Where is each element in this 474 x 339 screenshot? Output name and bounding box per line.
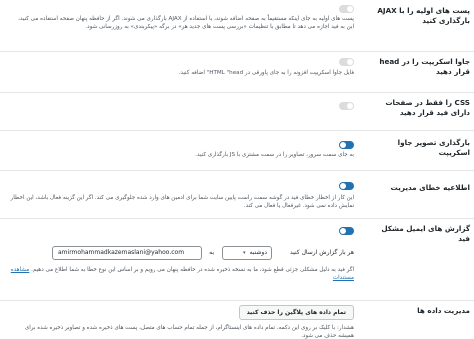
js-image-description: به جای سمت سرور، تصاویر را در سمت مشتری …	[195, 152, 354, 158]
email-input[interactable]: amirmohammadkazemaslani@yahoo.com	[52, 246, 202, 260]
setting-title-admin-error: اطلاعیه خطای مدیریت	[390, 183, 470, 192]
setting-content-admin-error: این کار از اخطار خطای فید در گوشه سمت را…	[9, 176, 354, 216]
admin-error-toggle[interactable]	[339, 182, 354, 190]
js-head-toggle[interactable]	[339, 58, 354, 66]
setting-content-data-manager: تمام داده های پلاگین را حذف کنید هشدار: …	[9, 304, 354, 339]
setting-row-email-report: گزارش های ایمیل مشکل فید هر بار گزارش ار…	[0, 222, 474, 294]
day-select-value: دوشنبه	[249, 249, 267, 256]
setting-title-ajax: پست های اولیه را با AJAX بارگذاری کنید	[377, 6, 470, 25]
setting-content-email-report: هر بار گزارش ارسال کنید دوشنبه ▾ به amir…	[9, 222, 354, 294]
divider	[0, 92, 474, 93]
admin-error-description: این کار از اخطار خطای فید در گوشه سمت را…	[10, 195, 354, 210]
setting-row-ajax: پست های اولیه را با AJAX بارگذاری کنید پ…	[0, 4, 474, 48]
email-report-description-text: اگر فید به دلیل مشکلی جزئی قطع شود، ما ب…	[31, 267, 354, 273]
setting-content-js-images: به جای سمت سرور، تصاویر را در سمت مشتری …	[9, 136, 354, 166]
setting-row-css: CSS را فقط در صفحات دارای فید قرار دهید	[0, 96, 474, 126]
setting-row-data-manager: مدیریت داده ها تمام داده های پلاگین را ح…	[0, 304, 474, 339]
setting-content-js-head: فایل جاوا اسکریپت افزونه را به جای پاورق…	[9, 55, 354, 81]
setting-title-js-head: جاوا اسکریپت را در head قرار دهید	[379, 57, 470, 76]
ajax-description: پست های اولیه به جای اینکه مستقیماً به ص…	[18, 16, 354, 31]
setting-content-ajax: پست های اولیه به جای اینکه مستقیماً به ص…	[9, 4, 354, 48]
divider	[0, 130, 474, 131]
divider	[0, 218, 474, 219]
email-report-toggle[interactable]	[339, 227, 354, 235]
email-frequency-label: هر بار گزارش ارسال کنید	[290, 249, 354, 256]
data-manager-description: هشدار: با کلیک بر روی این دکمه، تمام داد…	[24, 325, 354, 339]
setting-title-js-images: بارگذاری تصویر جاوا اسکریپت	[397, 138, 470, 157]
email-report-description: اگر فید به دلیل مشکلی جزئی قطع شود، ما ب…	[9, 266, 354, 282]
delete-all-data-button[interactable]: تمام داده های پلاگین را حذف کنید	[238, 305, 354, 320]
css-feed-toggle[interactable]	[339, 102, 354, 110]
chevron-down-icon: ▾	[243, 250, 246, 256]
setting-title-data-manager: مدیریت داده ها	[417, 306, 470, 315]
js-head-description: فایل جاوا اسکریپت افزونه را به جای پاورق…	[178, 70, 354, 76]
js-image-toggle[interactable]	[339, 141, 354, 149]
divider	[0, 51, 474, 52]
ajax-toggle[interactable]	[339, 5, 354, 13]
setting-row-js-head: جاوا اسکریپت را در head قرار دهید فایل ج…	[0, 55, 474, 81]
setting-row-js-images: بارگذاری تصویر جاوا اسکریپت به جای سمت س…	[0, 136, 474, 166]
setting-title-email-report: گزارش های ایمیل مشکل فید	[381, 224, 470, 243]
day-select[interactable]: دوشنبه ▾	[222, 246, 272, 260]
setting-content-css	[9, 96, 354, 126]
setting-title-css: CSS را فقط در صفحات دارای فید قرار دهید	[385, 98, 470, 117]
divider	[0, 300, 474, 301]
email-to-label: به	[209, 249, 214, 256]
setting-row-admin-error: اطلاعیه خطای مدیریت این کار از اخطار خطا…	[0, 176, 474, 216]
divider	[0, 170, 474, 171]
